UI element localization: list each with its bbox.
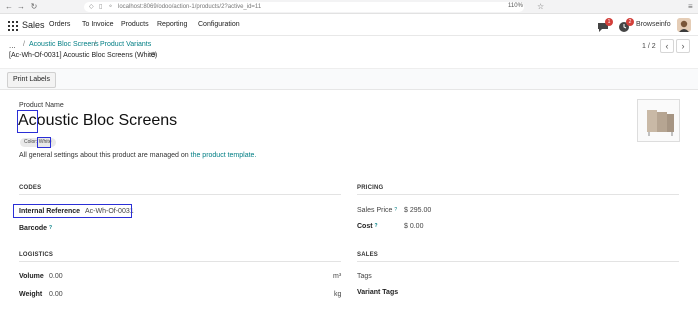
zoom-level[interactable]: 110% [508, 3, 523, 9]
activity-badge: 2 [626, 18, 634, 26]
menu-to-invoice[interactable]: To Invoice [82, 21, 114, 28]
user-avatar-icon [677, 18, 691, 32]
record-title: [Ac-Wh-Of-0031] Acoustic Bloc Screens (W… [9, 52, 158, 59]
avatar[interactable] [677, 18, 691, 32]
breadcrumb-variants[interactable]: Product Variants [100, 41, 151, 48]
pager-next-button[interactable]: › [676, 39, 690, 53]
template-note-text: All general settings about this product … [19, 152, 189, 159]
top-navbar: Sales Orders To Invoice Products Reporti… [0, 16, 698, 36]
pricing-section-title: PRICING [357, 185, 384, 191]
browser-menu-icon[interactable]: ≡ [688, 2, 693, 11]
back-icon[interactable]: ← [4, 2, 14, 11]
breadcrumb-product[interactable]: Acoustic Bloc Screens [29, 41, 99, 48]
lock-icon: ⚬ [108, 4, 114, 10]
barcode-label: Barcode ? [19, 225, 52, 232]
browser-toolbar: ← → ↻ localhost:8069/odoo/action-1/produ… [0, 0, 698, 14]
volume-label: Volume [19, 273, 44, 280]
variant-tags-label: Variant Tags [357, 289, 399, 296]
sales-section-title: SALES [357, 252, 379, 258]
shield-icon: ◇ [89, 4, 94, 10]
section-divider [357, 194, 679, 195]
page-icon: ▯ [99, 4, 103, 10]
logistics-section-title: LOGISTICS [19, 252, 54, 258]
section-divider [19, 194, 341, 195]
menu-orders[interactable]: Orders [49, 21, 70, 28]
user-name[interactable]: Browseinfo [636, 21, 671, 28]
sales-price-value[interactable]: $ 295.00 [404, 207, 431, 214]
pager-previous-button[interactable]: ‹ [660, 39, 674, 53]
product-name-field[interactable]: Acoustic Bloc Screens [18, 112, 177, 130]
chevron-left-icon: ‹ [665, 41, 669, 51]
sales-price-label-text: Sales Price [357, 207, 393, 214]
forward-icon[interactable]: → [16, 2, 26, 11]
cost-label-text: Cost [357, 223, 373, 230]
form-sheet: Product Name Acoustic Bloc Screens Color… [0, 91, 698, 331]
address-bar[interactable]: localhost:8069/odoo/action-1/products/2?… [84, 2, 524, 12]
menu-products[interactable]: Products [121, 21, 149, 28]
highlight-box [37, 137, 51, 148]
menu-reporting[interactable]: Reporting [157, 21, 187, 28]
weight-label: Weight [19, 291, 43, 298]
print-labels-button[interactable]: Print Labels [7, 72, 56, 88]
volume-unit: m³ [333, 273, 342, 280]
product-name-label: Product Name [19, 102, 64, 109]
app-brand[interactable]: Sales [22, 20, 45, 30]
help-icon[interactable]: ? [49, 225, 52, 231]
menu-configuration[interactable]: Configuration [198, 21, 240, 28]
weight-unit: kg [334, 291, 342, 298]
cost-label: Cost ? [357, 223, 378, 230]
control-panel: ... / Acoustic Bloc Screens / Product Va… [0, 37, 698, 67]
codes-section-title: CODES [19, 185, 42, 191]
sales-price-label: Sales Price ? [357, 207, 397, 214]
barcode-label-text: Barcode [19, 225, 48, 232]
product-template-link[interactable]: the product template. [191, 152, 257, 159]
reload-icon[interactable]: ↻ [29, 2, 39, 11]
section-divider [19, 261, 341, 262]
url-text: localhost:8069/odoo/action-1/products/2?… [118, 4, 262, 10]
help-icon[interactable]: ? [375, 223, 378, 229]
gear-icon[interactable]: ⚙ [150, 51, 156, 59]
chevron-right-icon: › [681, 41, 685, 51]
tags-label: Tags [357, 273, 372, 280]
cost-value[interactable]: $ 0.00 [404, 223, 423, 230]
breadcrumb-separator: / [23, 41, 25, 48]
volume-value[interactable]: 0.00 [49, 273, 63, 280]
highlight-box [13, 204, 132, 218]
chat-button[interactable]: 1 [596, 18, 613, 33]
breadcrumb-separator: / [94, 41, 96, 48]
pager-value[interactable]: 1 / 2 [642, 43, 656, 50]
help-icon[interactable]: ? [394, 207, 397, 213]
product-image[interactable] [637, 99, 680, 142]
acoustic-screen-image [647, 110, 674, 136]
bookmark-star-icon[interactable]: ☆ [537, 2, 544, 11]
apps-grid-icon[interactable] [8, 21, 18, 31]
template-note: All general settings about this product … [19, 152, 256, 159]
chat-badge: 1 [605, 18, 613, 26]
activity-button[interactable]: 2 [617, 18, 634, 33]
section-divider [357, 261, 679, 262]
highlight-box [17, 110, 38, 133]
action-bar: Print Labels [0, 68, 698, 90]
weight-value[interactable]: 0.00 [49, 291, 63, 298]
breadcrumb-more[interactable]: ... [9, 41, 16, 50]
